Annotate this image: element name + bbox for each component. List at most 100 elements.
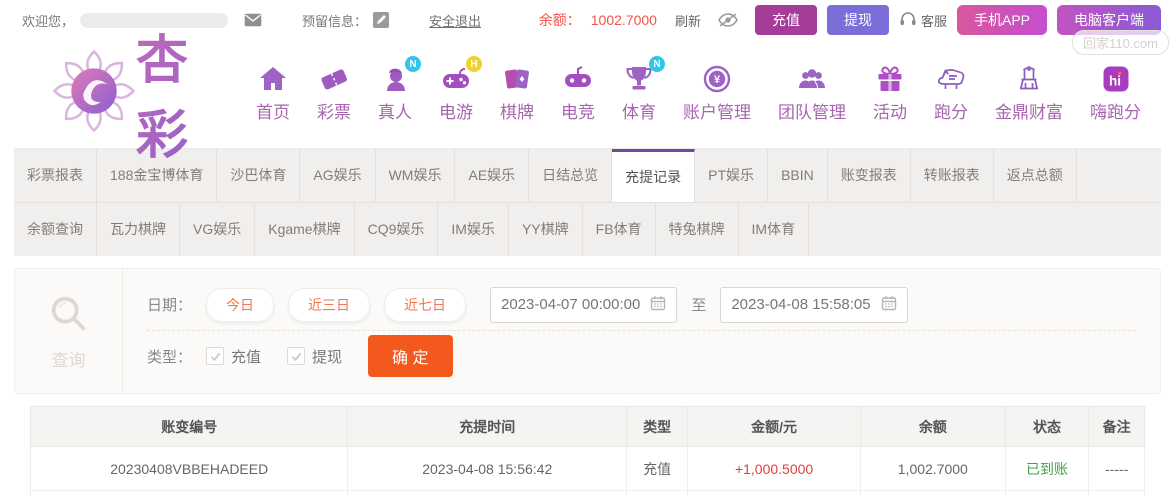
team-icon [795, 63, 829, 95]
range-button-近七日[interactable]: 近七日 [384, 287, 467, 322]
nav-item-lottery[interactable]: 彩票 [317, 63, 351, 123]
nav-item-team[interactable]: 团队管理 [778, 63, 846, 123]
nav-label: 账户管理 [683, 103, 751, 122]
cell-类型: 充值 [625, 446, 689, 491]
tab-BBIN[interactable]: BBIN [768, 149, 828, 202]
nav-item-jinding[interactable]: 金鼎财富 [995, 63, 1063, 123]
tab-返点总额[interactable]: 返点总额 [994, 149, 1077, 202]
tab-沙巴体育[interactable]: 沙巴体育 [217, 149, 301, 202]
checkbox-icon[interactable] [287, 347, 306, 365]
tab-IM娱乐[interactable]: IM娱乐 [438, 203, 509, 256]
type-option-label: 提现 [312, 348, 343, 366]
cell-empty [625, 490, 689, 496]
balance-label: 余额： [538, 12, 581, 28]
tab-转账报表[interactable]: 转账报表 [911, 149, 994, 202]
nav-item-paofen[interactable]: 跑分 [934, 63, 968, 123]
column-header-余额: 余额 [859, 406, 1006, 447]
tab-彩票报表[interactable]: 彩票报表 [14, 149, 97, 202]
tab-188金宝博体育[interactable]: 188金宝博体育 [97, 149, 218, 202]
nav-item-live[interactable]: N 真人 [378, 56, 421, 123]
date-label: 日期： [147, 297, 193, 314]
tab-CQ9娱乐[interactable]: CQ9娱乐 [355, 203, 439, 256]
trophy-icon: N [622, 56, 665, 95]
refresh-button[interactable]: 刷新 [675, 11, 701, 30]
rhino-icon [934, 63, 968, 95]
nav-label: 真人 [378, 103, 412, 122]
envelope-icon[interactable] [244, 13, 262, 27]
report-table-head-row: 账变编号 充提时间 类型 金额/元 余额 状态 备注 [29, 406, 1145, 447]
nav-label: 跑分 [934, 103, 968, 122]
tab-日结总览[interactable]: 日结总览 [529, 149, 613, 202]
svg-text:¥: ¥ [714, 74, 721, 86]
nav-item-chess[interactable]: 棋牌 [500, 63, 534, 123]
safe-logout-link[interactable]: 安全退出 [429, 11, 481, 30]
tab-WM娱乐[interactable]: WM娱乐 [376, 149, 456, 202]
nav-item-hipaofen[interactable]: hi 嗨跑分 [1090, 63, 1141, 123]
date-from-input[interactable]: 2023-04-07 00:00:00 [490, 286, 678, 323]
tab-AE娱乐[interactable]: AE娱乐 [455, 149, 530, 202]
range-button-近三日[interactable]: 近三日 [288, 287, 371, 322]
range-button-今日[interactable]: 今日 [206, 287, 275, 322]
tab-Kgame棋牌[interactable]: Kgame棋牌 [255, 203, 355, 256]
yen-circle-icon: ¥ [700, 63, 734, 95]
ticket-icon [317, 63, 351, 95]
nav-label: 彩票 [317, 103, 351, 122]
mobile-app-button[interactable]: 手机APP [956, 5, 1047, 35]
checkbox-icon[interactable] [206, 347, 225, 365]
tab-瓦力棋牌[interactable]: 瓦力棋牌 [97, 203, 180, 256]
type-option-充值[interactable]: 充值 [206, 346, 261, 367]
flower-logo-icon [52, 49, 136, 138]
tab-余额查询[interactable]: 余额查询 [14, 203, 97, 256]
edit-icon[interactable] [373, 12, 390, 28]
calendar-icon [650, 295, 666, 315]
column-header-充提时间: 充提时间 [347, 406, 627, 447]
nav-badge-n: N [649, 56, 665, 72]
nav-badge-h: H [466, 56, 482, 72]
cell-empty [1088, 490, 1145, 496]
tab-PT娱乐[interactable]: PT娱乐 [695, 149, 769, 202]
throne-icon [1012, 63, 1046, 95]
date-filter-row: 日期： 今日 近三日 近七日 2023-04-07 00:00:00 至 2023-… [147, 279, 1136, 330]
confirm-button[interactable]: 确 定 [368, 335, 453, 377]
site-header: 杏彩 首页 彩票 N 真人 H 电游 棋牌 电竞 N 体育 ¥ 账户管理 团队管理 活动 跑分 金鼎财富 hi 嗨… [0, 32, 1175, 165]
tab-充提记录[interactable]: 充提记录 [612, 149, 696, 202]
records-table-wrap: 账变编号 充提时间 类型 金额/元 余额 状态 备注 20230408VBBEHADEED 2… [29, 406, 1145, 496]
tab-账变报表[interactable]: 账变报表 [828, 149, 911, 202]
svg-text:hi: hi [1109, 74, 1121, 89]
joystick-icon [561, 63, 595, 95]
nav-item-sports[interactable]: N 体育 [622, 56, 665, 123]
customer-service[interactable]: 客服 [899, 11, 947, 30]
type-option-提现[interactable]: 提现 [287, 346, 342, 367]
tab-特兔棋牌[interactable]: 特兔棋牌 [656, 203, 739, 256]
calendar-icon [881, 295, 897, 315]
home-icon [256, 63, 290, 95]
tab-IM体育[interactable]: IM体育 [739, 203, 810, 256]
tab-YY棋牌[interactable]: YY棋牌 [509, 203, 583, 256]
balance-value: 1002.7000 [590, 12, 657, 28]
site-logo[interactable]: 杏彩 [52, 18, 234, 168]
tab-FB体育[interactable]: FB体育 [583, 203, 656, 256]
recharge-button[interactable]: 充值 [754, 5, 817, 35]
search-icon [46, 291, 92, 342]
nav-item-esports[interactable]: 电竞 [561, 63, 595, 123]
cell-充提时间: 2023-04-08 15:56:42 [347, 446, 627, 491]
eye-off-icon[interactable] [717, 12, 739, 28]
column-header-备注: 备注 [1088, 406, 1145, 447]
tab-VG娱乐[interactable]: VG娱乐 [180, 203, 256, 256]
records-table: 账变编号 充提时间 类型 金额/元 余额 状态 备注 20230408VBBEHADEED 2… [29, 406, 1145, 496]
gamepad-icon: H [439, 56, 482, 95]
site-watermark: 回家110.com [1072, 30, 1169, 55]
nav-item-activity[interactable]: 活动 [873, 63, 907, 123]
table-row-partial [29, 490, 1145, 496]
nav-item-account[interactable]: ¥ 账户管理 [683, 63, 751, 123]
cards-icon [500, 63, 534, 95]
nav-item-egame[interactable]: H 电游 [439, 56, 482, 123]
column-header-金额/元: 金额/元 [687, 406, 861, 447]
tab-AG娱乐[interactable]: AG娱乐 [300, 149, 376, 202]
withdraw-button[interactable]: 提现 [826, 5, 889, 35]
nav-label: 团队管理 [778, 103, 846, 122]
date-to-input[interactable]: 2023-04-08 15:58:05 [720, 286, 908, 323]
nav-item-home[interactable]: 首页 [256, 63, 290, 123]
cell-empty [29, 490, 349, 496]
nav-label: 嗨跑分 [1090, 103, 1141, 122]
